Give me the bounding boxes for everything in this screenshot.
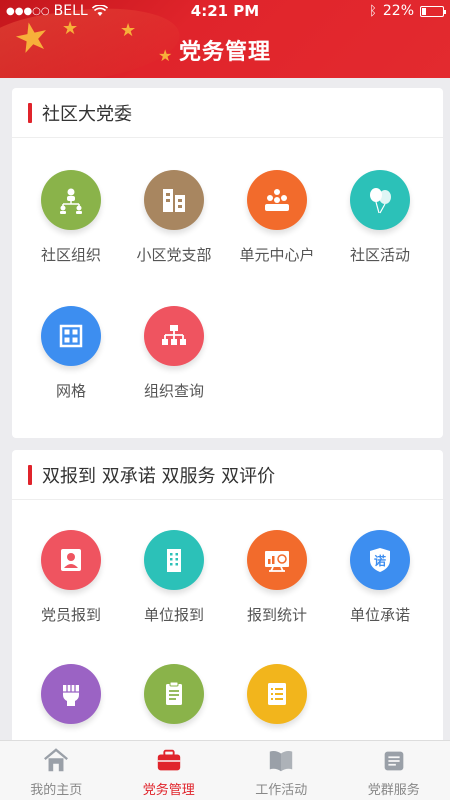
section-title: 双报到 双承诺 双服务 双评价	[42, 465, 276, 487]
list-icon	[247, 664, 307, 724]
tab-label: 工作活动	[255, 783, 308, 798]
grid-item-label: 组织查询	[143, 382, 204, 400]
grid-item-label: 单元中心户	[239, 246, 315, 264]
grid-item-label: 网格	[55, 382, 86, 400]
section-double-report: 双报到 双承诺 双服务 双评价 党员报到 单位报到 报到统计 诺单位承诺	[12, 450, 443, 750]
page-title: 党务管理	[178, 40, 271, 65]
grid-item-label: 报到统计	[246, 606, 307, 624]
clipboard-icon	[144, 664, 204, 724]
building-icon	[144, 530, 204, 590]
bluetooth-icon: ᛒ	[369, 3, 377, 19]
svg-text:诺: 诺	[374, 553, 386, 568]
section-title: 社区大党委	[42, 103, 132, 125]
section-accent-bar	[28, 464, 32, 485]
person-icon	[41, 530, 101, 590]
section-header: 双报到 双承诺 双服务 双评价	[12, 450, 443, 500]
battery-percent: 22%	[382, 3, 414, 19]
promise-shield-icon: 诺	[350, 530, 410, 590]
section-header: 社区大党委	[12, 88, 443, 138]
service-icon	[384, 751, 404, 771]
section-accent-bar	[28, 102, 32, 123]
grid-item-label: 党员报到	[40, 606, 101, 624]
grid-item-小区党支部[interactable]: 小区党支部	[120, 170, 228, 265]
header: ★ ★ ★ ★ ●●●○○ BELL 4:21 PM ᛒ 22% 党务管理	[0, 0, 450, 78]
fist-icon	[41, 664, 101, 724]
grid-item-fist[interactable]	[17, 664, 125, 738]
balloons-icon	[350, 170, 410, 230]
grid-item-clipboard[interactable]	[120, 664, 228, 738]
grid-item-label: 单位报到	[143, 606, 204, 624]
tab-book[interactable]: 工作活动	[225, 741, 338, 800]
grid-item-党员报到[interactable]: 党员报到	[17, 530, 125, 625]
tab-label: 党务管理	[142, 783, 195, 798]
grid-item-组织查询[interactable]: 组织查询	[120, 306, 228, 401]
grid-item-label: 社区活动	[349, 246, 410, 264]
grid-item-label: 社区组织	[40, 246, 101, 264]
tab-home[interactable]: 我的主页	[0, 741, 113, 800]
statistics-icon	[247, 530, 307, 590]
grid-item-报到统计[interactable]: 报到统计	[223, 530, 331, 625]
section-community-party: 社区大党委 社区组织 小区党支部 单元中心户 社区活动网格 组织查询	[12, 88, 443, 438]
battery-icon	[420, 5, 446, 17]
grid-item-label: 单位承诺	[349, 606, 410, 624]
org-chart-icon	[41, 170, 101, 230]
status-bar: ●●●○○ BELL 4:21 PM ᛒ 22%	[0, 0, 450, 22]
bottom-tab-bar: 我的主页 党务管理 工作活动 党群服务	[0, 740, 450, 800]
party-members-icon	[247, 170, 307, 230]
grid-icon	[41, 306, 101, 366]
briefcase-icon	[157, 749, 180, 771]
tab-label: 党群服务	[367, 783, 420, 798]
grid-item-label: 小区党支部	[136, 246, 212, 264]
book-icon	[270, 751, 293, 772]
grid-item-网格[interactable]: 网格	[17, 306, 125, 401]
tab-briefcase[interactable]: 党务管理	[113, 741, 226, 800]
tab-service[interactable]: 党群服务	[338, 741, 450, 800]
grid-item-社区活动[interactable]: 社区活动	[326, 170, 434, 265]
grid-item-单元中心户[interactable]: 单元中心户	[223, 170, 331, 265]
tab-label: 我的主页	[30, 783, 83, 798]
battery-fill	[422, 7, 427, 15]
grid-item-单位报到[interactable]: 单位报到	[120, 530, 228, 625]
buildings-icon	[144, 170, 204, 230]
hierarchy-icon	[144, 306, 204, 366]
grid-item-社区组织[interactable]: 社区组织	[17, 170, 125, 265]
grid-item-单位承诺[interactable]: 诺单位承诺	[326, 530, 434, 625]
home-icon	[44, 748, 69, 772]
grid-item-list[interactable]	[223, 664, 331, 738]
